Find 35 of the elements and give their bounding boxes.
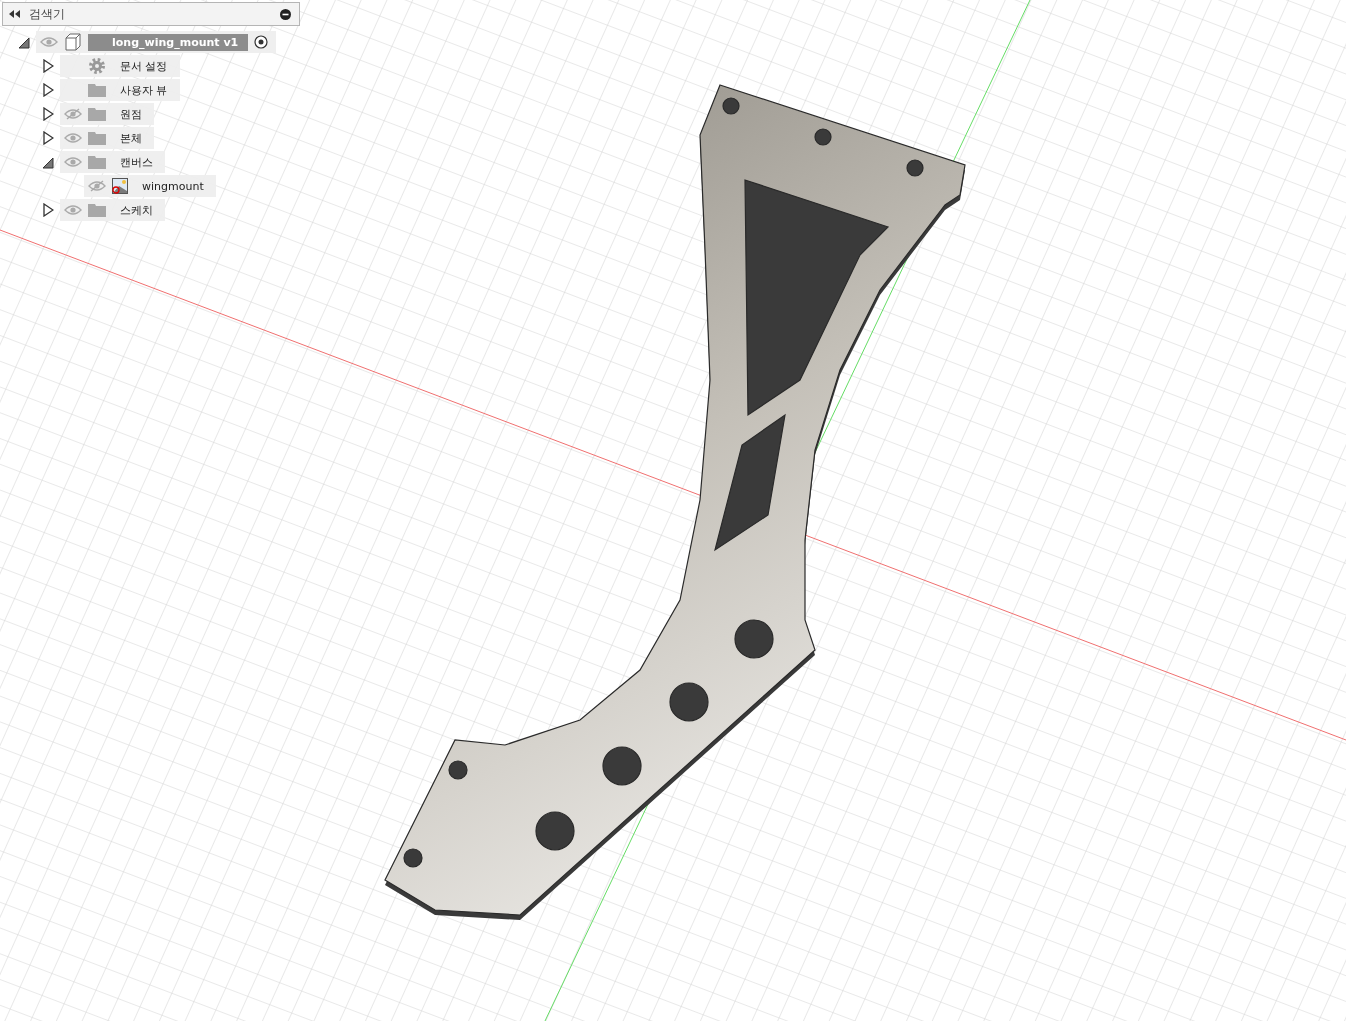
tree-item[interactable]: 문서 설정: [60, 55, 180, 77]
tree-item[interactable]: 캔버스: [60, 151, 165, 173]
collapse-icon[interactable]: [9, 10, 21, 18]
item-label: 문서 설정: [119, 58, 169, 74]
item-label: 사용자 뷰: [119, 82, 169, 98]
folder-icon: [88, 203, 106, 217]
item-label: 스케치: [119, 202, 154, 218]
activate-radio-icon[interactable]: [254, 35, 269, 49]
tree-item[interactable]: wingmount: [84, 175, 216, 197]
collapse-arrow-icon[interactable]: [42, 155, 54, 169]
item-label: 본체: [119, 130, 143, 146]
item-label: wingmount: [141, 179, 205, 193]
expand-arrow-icon[interactable]: [42, 203, 54, 217]
image-icon: [112, 178, 128, 194]
tree-item[interactable]: 스케치: [60, 199, 165, 221]
expand-arrow-icon[interactable]: [42, 59, 54, 73]
folder-icon: [88, 83, 106, 97]
expand-arrow-icon[interactable]: [42, 107, 54, 121]
part-drawing[interactable]: [384, 84, 966, 920]
expand-arrow-icon[interactable]: [42, 83, 54, 97]
collapse-arrow-icon[interactable]: [18, 35, 30, 49]
folder-icon: [88, 155, 106, 169]
browser-title: 검색기: [29, 5, 66, 23]
minimize-icon[interactable]: [280, 8, 291, 20]
expand-arrow-icon[interactable]: [42, 131, 54, 145]
item-label: 원점: [119, 106, 143, 122]
folder-icon: [88, 131, 106, 145]
item-label: long_wing_mount v1: [88, 33, 249, 51]
tree-item[interactable]: 원점: [60, 103, 154, 125]
gear-icon: [88, 57, 106, 75]
tree-item[interactable]: 사용자 뷰: [60, 79, 180, 101]
cube-icon: [64, 33, 82, 51]
folder-icon: [88, 107, 106, 121]
item-label: 캔버스: [119, 154, 154, 170]
tree-item[interactable]: 본체: [60, 127, 154, 149]
